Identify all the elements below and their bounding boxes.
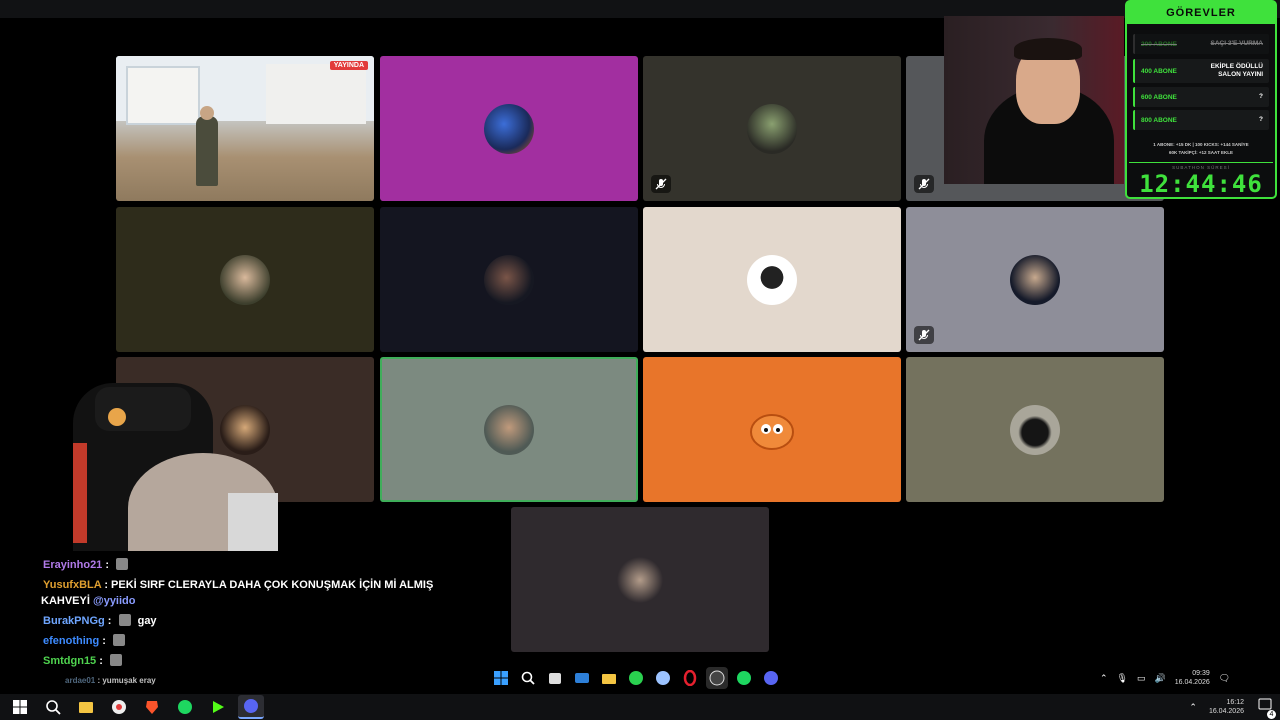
goal-item: 400 ABONE EKİPLE ÖDÜLLÜ SALON YAYINI <box>1133 59 1269 83</box>
avatar <box>747 103 797 154</box>
obs-icon[interactable] <box>706 667 728 689</box>
goal-rules-line: 60K TAKİPÇİ: +12 SAAT EKLE <box>1169 150 1233 155</box>
participant-tile-screenshare[interactable]: YAYINDA <box>116 56 374 201</box>
notification-center-icon[interactable]: 4 <box>1258 698 1276 719</box>
avatar <box>484 103 534 154</box>
guest-webcam <box>33 383 278 551</box>
windows-start-icon[interactable] <box>490 667 512 689</box>
avatar <box>484 254 534 305</box>
search-icon[interactable] <box>517 667 539 689</box>
chat-emote-icon <box>113 634 125 646</box>
goal-item: 600 ABONE ? <box>1133 87 1269 107</box>
chat-message: Smtdgn15 : <box>43 652 493 672</box>
spotify-icon[interactable] <box>733 667 755 689</box>
chat-message-continued: KAHVEYİ @yyiido <box>41 595 136 607</box>
chat-message: efenothing : <box>43 632 493 652</box>
avatar <box>747 405 797 455</box>
participant-tile[interactable] <box>380 56 638 201</box>
muted-mic-icon <box>651 175 671 193</box>
taskbar-clock[interactable]: 16:12 16.04.2026 <box>1209 698 1244 716</box>
goal-rules-line: 1 ABONE: +15 DK | 100 KICKS: +144 SANİYE <box>1153 142 1249 147</box>
avatar <box>484 404 534 455</box>
chevron-up-icon[interactable]: ⌃ <box>1100 673 1108 684</box>
mail-icon[interactable] <box>571 667 593 689</box>
shared-screen-systray: ⌃ 🎙 ▭ 🔊 09:39 16.04.2026 🗨 <box>1100 668 1230 688</box>
goal-item: 200 ABONE SAÇI 3'E VURMA <box>1133 34 1269 54</box>
search-icon[interactable] <box>40 696 66 718</box>
avatar <box>747 254 797 305</box>
live-badge: YAYINDA <box>329 61 368 70</box>
folder-icon[interactable] <box>598 667 620 689</box>
chat-message: ardae01 : yumuşak eray <box>65 676 156 685</box>
discord-icon[interactable] <box>238 695 264 719</box>
avatar <box>1010 254 1060 305</box>
notification-count-badge: 4 <box>1267 709 1276 719</box>
network-icon[interactable]: ▭ <box>1137 673 1146 684</box>
goals-panel: GÖREVLER 200 ABONE SAÇI 3'E VURMA 400 AB… <box>1125 0 1277 199</box>
participant-tile[interactable] <box>906 357 1164 502</box>
goal-item: 800 ABONE ? <box>1133 110 1269 130</box>
brave-icon[interactable] <box>139 696 165 718</box>
chat-overlay: Erayinho21 : YusufxBLA : PEKİ SIRF CLERA… <box>41 556 493 692</box>
participant-tile[interactable] <box>643 207 901 352</box>
goals-title: GÖREVLER <box>1127 2 1275 24</box>
mic-icon[interactable]: 🎙 <box>1117 673 1128 684</box>
app-icon[interactable] <box>652 667 674 689</box>
subathon-timer: SUBATHON SÜRESİ 12:44:46 <box>1129 162 1273 198</box>
game-screenshare-image <box>116 56 374 201</box>
windows-taskbar: ⌃ 16:12 16.04.2026 4 <box>0 694 1280 720</box>
notification-icon[interactable]: 🗨 <box>1219 673 1230 684</box>
whatsapp-icon[interactable] <box>625 667 647 689</box>
participant-tile[interactable] <box>643 357 901 502</box>
opera-icon[interactable] <box>679 667 701 689</box>
browser-icon[interactable] <box>106 696 132 718</box>
discord-icon[interactable] <box>760 667 782 689</box>
muted-mic-icon <box>914 175 934 193</box>
calendar-icon[interactable] <box>544 667 566 689</box>
muted-mic-icon <box>914 326 934 344</box>
folder-icon[interactable] <box>73 696 99 718</box>
streamer-webcam <box>944 16 1124 184</box>
participant-tile[interactable] <box>643 56 901 201</box>
avatar <box>1010 404 1060 455</box>
chat-emote-icon <box>118 614 131 626</box>
chevron-up-icon[interactable]: ⌃ <box>1189 702 1197 713</box>
participant-tile[interactable] <box>906 207 1164 352</box>
chat-emote-icon <box>109 654 122 666</box>
chat-message: Erayinho21 : <box>43 556 493 576</box>
spotify-icon[interactable] <box>172 696 198 718</box>
chat-message: BurakPNGg : gay <box>43 614 157 627</box>
systray-clock: 09:39 16.04.2026 <box>1174 670 1210 686</box>
participant-tile[interactable] <box>511 507 769 652</box>
volume-icon[interactable]: 🔊 <box>1155 673 1166 684</box>
participant-tile[interactable] <box>116 207 374 352</box>
shared-screen-taskbar <box>490 667 782 689</box>
participant-tile-speaking[interactable] <box>380 357 638 502</box>
windows-start-icon[interactable] <box>7 696 33 718</box>
kick-icon[interactable] <box>205 696 231 718</box>
avatar <box>220 254 270 305</box>
timer-value: 12:44:46 <box>1139 170 1263 198</box>
avatar <box>615 554 665 605</box>
chat-emote-icon <box>116 558 129 570</box>
participant-tile[interactable] <box>380 207 638 352</box>
